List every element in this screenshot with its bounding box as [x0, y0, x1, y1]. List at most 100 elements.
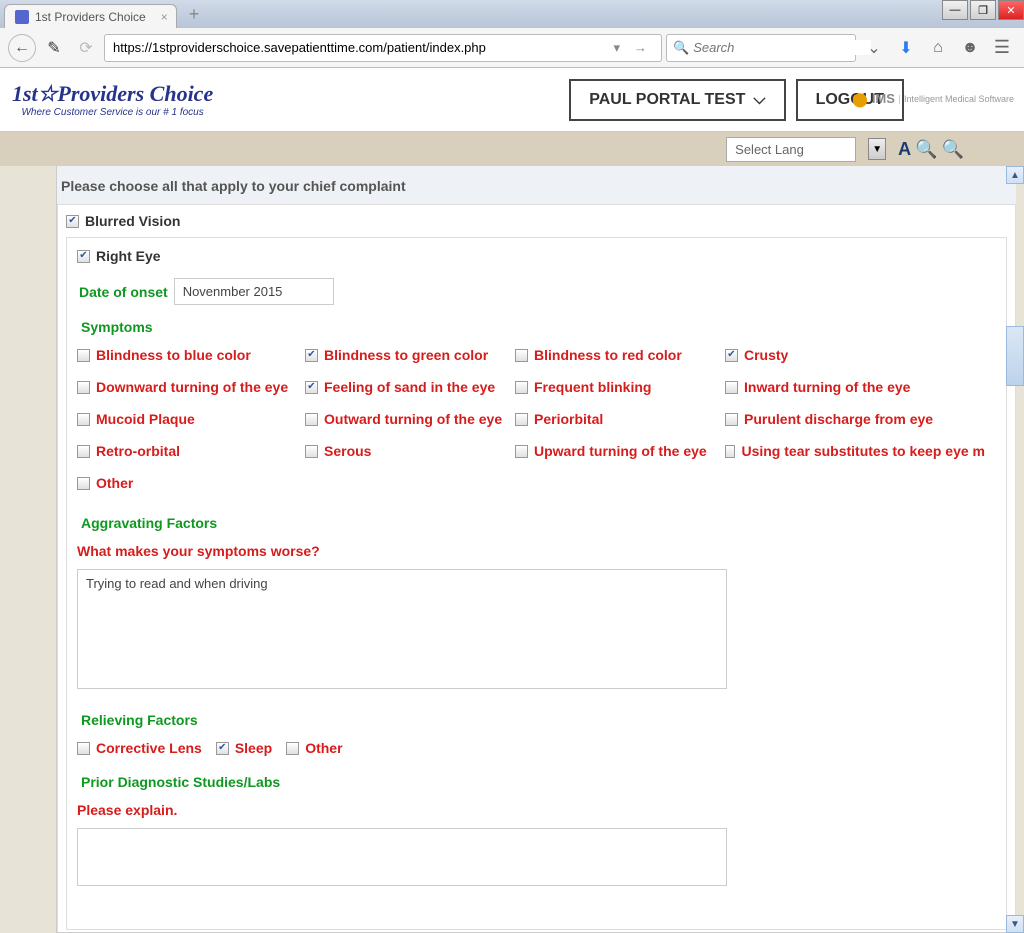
- zoom-out-icon[interactable]: 🔍: [942, 139, 964, 160]
- logo-text: 1st☆Providers Choice: [12, 81, 213, 107]
- symptom-label: Blindness to blue color: [96, 347, 251, 363]
- symptom-item: Periorbital: [515, 411, 725, 427]
- home-icon[interactable]: ⌂: [924, 39, 952, 57]
- reload-button[interactable]: ⟳: [72, 34, 100, 62]
- language-select[interactable]: Select Lang: [726, 137, 856, 162]
- window-close[interactable]: ✕: [998, 0, 1024, 20]
- relieving-item: Sleep: [216, 740, 272, 756]
- window-minimize[interactable]: —: [942, 0, 968, 20]
- symptom-checkbox[interactable]: [725, 381, 738, 394]
- symptom-checkbox[interactable]: [515, 413, 528, 426]
- menu-icon[interactable]: ☰: [988, 37, 1016, 58]
- symptom-item: Retro-orbital: [77, 443, 305, 459]
- page-header: 1st☆Providers Choice Where Customer Serv…: [0, 68, 1024, 132]
- symptom-checkbox[interactable]: [515, 445, 528, 458]
- relieving-heading: Relieving Factors: [81, 712, 996, 728]
- font-family-icon[interactable]: A: [898, 139, 911, 160]
- symptom-label: Feeling of sand in the eye: [324, 379, 495, 395]
- content-wrap: Please choose all that apply to your chi…: [0, 166, 1024, 933]
- right-eye-label: Right Eye: [96, 248, 161, 264]
- relieving-label: Other: [305, 740, 342, 756]
- symptom-label: Mucoid Plaque: [96, 411, 195, 427]
- scroll-down-button[interactable]: ▼: [1006, 915, 1024, 933]
- relieving-checkbox[interactable]: [286, 742, 299, 755]
- symptom-checkbox[interactable]: [305, 349, 318, 362]
- blurred-vision-checkbox[interactable]: [66, 215, 79, 228]
- back-button[interactable]: ←: [8, 34, 36, 62]
- prior-question: Please explain.: [77, 802, 996, 818]
- download-icon[interactable]: ⬇: [892, 38, 920, 58]
- symptom-checkbox[interactable]: [725, 349, 738, 362]
- user-menu-label: PAUL PORTAL TEST: [589, 91, 745, 109]
- lang-bar: Select Lang ▼ A 🔍 🔍: [0, 132, 1024, 166]
- symptom-label: Outward turning of the eye: [324, 411, 502, 427]
- symptom-label: Using tear substitutes to keep eye m: [741, 443, 985, 459]
- symptom-checkbox[interactable]: [77, 413, 90, 426]
- symptom-checkbox[interactable]: [725, 413, 738, 426]
- symptom-label: Inward turning of the eye: [744, 379, 910, 395]
- pocket-icon[interactable]: ⌄: [860, 38, 888, 58]
- symptom-label: Purulent discharge from eye: [744, 411, 933, 427]
- symptom-label: Upward turning of the eye: [534, 443, 707, 459]
- symptom-label: Other: [96, 475, 133, 491]
- symptom-checkbox[interactable]: [77, 381, 90, 394]
- symptom-checkbox[interactable]: [77, 445, 90, 458]
- page-title: Please choose all that apply to your chi…: [57, 176, 1016, 204]
- new-tab-button[interactable]: +: [183, 4, 206, 25]
- search-bar[interactable]: 🔍: [666, 34, 856, 62]
- symptom-checkbox[interactable]: [305, 381, 318, 394]
- scroll-up-button[interactable]: ▲: [1006, 166, 1024, 184]
- window-maximize[interactable]: ❐: [970, 0, 996, 20]
- symptom-label: Serous: [324, 443, 371, 459]
- browser-tab-strip: 1st Providers Choice × + — ❐ ✕: [0, 0, 1024, 28]
- go-button[interactable]: →: [628, 40, 653, 55]
- main-panel: Please choose all that apply to your chi…: [56, 166, 1016, 933]
- close-icon[interactable]: ×: [161, 10, 168, 24]
- symptom-item: Mucoid Plaque: [77, 411, 305, 427]
- symptom-checkbox[interactable]: [305, 413, 318, 426]
- user-menu-button[interactable]: PAUL PORTAL TEST ⌵: [569, 79, 785, 121]
- site-logo: 1st☆Providers Choice Where Customer Serv…: [12, 81, 213, 118]
- prior-textarea[interactable]: [77, 828, 727, 886]
- aggravating-textarea[interactable]: [77, 569, 727, 689]
- ims-text: IMS: [872, 92, 895, 106]
- symptom-checkbox[interactable]: [515, 349, 528, 362]
- ims-dot-icon: ⬤: [852, 92, 868, 107]
- ims-sub: Intelligent Medical Software: [899, 95, 1014, 105]
- search-input[interactable]: [693, 40, 871, 55]
- relieving-label: Corrective Lens: [96, 740, 202, 756]
- ims-logo: ⬤ IMS Intelligent Medical Software: [852, 92, 1014, 107]
- symptom-label: Blindness to green color: [324, 347, 488, 363]
- symptom-checkbox[interactable]: [515, 381, 528, 394]
- browser-tab[interactable]: 1st Providers Choice ×: [4, 4, 177, 28]
- symptom-checkbox[interactable]: [77, 349, 90, 362]
- symptom-item: Blindness to green color: [305, 347, 515, 363]
- url-bar[interactable]: ▾ →: [104, 34, 662, 62]
- aggravating-heading: Aggravating Factors: [81, 515, 996, 531]
- zoom-in-icon[interactable]: 🔍: [915, 139, 937, 160]
- relieving-label: Sleep: [235, 740, 272, 756]
- relieving-checkbox[interactable]: [77, 742, 90, 755]
- symptom-label: Blindness to red color: [534, 347, 682, 363]
- right-eye-section: Right Eye Date of onset Symptoms Blindne…: [66, 237, 1007, 930]
- scroll-thumb[interactable]: [1006, 326, 1024, 386]
- relieving-checkbox[interactable]: [216, 742, 229, 755]
- symptom-item: Crusty: [725, 347, 985, 363]
- symptom-item: Frequent blinking: [515, 379, 725, 395]
- language-dropdown-button[interactable]: ▼: [868, 138, 886, 160]
- date-of-onset-input[interactable]: [174, 278, 334, 305]
- blurred-vision-label: Blurred Vision: [85, 213, 180, 229]
- chat-icon[interactable]: ☻: [956, 39, 984, 57]
- symptom-checkbox[interactable]: [77, 477, 90, 490]
- url-input[interactable]: [113, 40, 605, 55]
- symptom-checkbox[interactable]: [305, 445, 318, 458]
- search-icon: 🔍: [673, 40, 689, 56]
- identity-icon[interactable]: ✎: [40, 34, 68, 62]
- logo-tagline: Where Customer Service is our # 1 focus: [12, 107, 213, 118]
- relieving-row: Corrective Lens Sleep Other: [77, 740, 996, 756]
- url-dropdown-icon[interactable]: ▾: [605, 40, 628, 56]
- right-eye-checkbox[interactable]: [77, 250, 90, 263]
- symptom-item: Using tear substitutes to keep eye m: [725, 443, 985, 459]
- symptom-checkbox[interactable]: [725, 445, 735, 458]
- prior-heading: Prior Diagnostic Studies/Labs: [81, 774, 996, 790]
